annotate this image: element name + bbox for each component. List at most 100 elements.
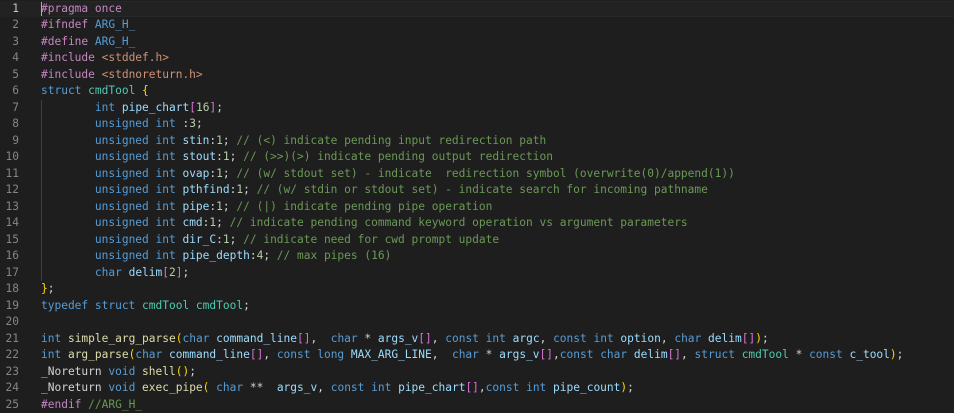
code-token: ) [890, 348, 897, 361]
code-line[interactable]: 15 unsigned int dir_C:1; // indicate nee… [0, 232, 954, 249]
code-token: // (<) indicate pending input redirectio… [236, 134, 546, 147]
code-token: ; [216, 101, 223, 114]
code-line[interactable]: 21int simple_arg_parse(char command_line… [0, 331, 954, 348]
code-token: 1 [216, 134, 223, 147]
code-token: const int [553, 332, 620, 345]
text-cursor [41, 2, 42, 16]
code-text: unsigned int stin:1; // (<) indicate pen… [41, 133, 546, 150]
line-number: 18 [0, 281, 19, 298]
code-token: 1 [223, 150, 230, 163]
line-number: 9 [0, 133, 19, 150]
code-text: unsigned int pipe_depth:4; // max pipes … [41, 248, 391, 265]
line-number: 6 [0, 83, 19, 100]
code-token: char [216, 381, 250, 394]
code-text: #include <stddef.h> [41, 50, 169, 67]
code-line[interactable]: 5#include <stdnoreturn.h> [0, 67, 954, 84]
code-token: unsigned int [95, 150, 183, 163]
code-token: unsigned int [95, 233, 183, 246]
code-token: //ARG_H_ [88, 398, 142, 411]
code-text: char delim[2]; [41, 265, 189, 282]
code-line[interactable]: 1#pragma once [0, 1, 954, 18]
code-token: char [135, 348, 169, 361]
code-token: ; [196, 117, 203, 130]
code-token: , [681, 348, 694, 361]
line-number: 12 [0, 182, 19, 199]
code-token: , [432, 332, 445, 345]
code-token: ; [230, 150, 243, 163]
code-token: : [216, 233, 223, 246]
code-line[interactable]: 11 unsigned int ovap:1; // (w/ stdout se… [0, 166, 954, 183]
code-token: struct [41, 84, 88, 97]
code-token: , [317, 381, 330, 394]
code-line[interactable]: 20 [0, 314, 954, 331]
code-token [41, 266, 95, 279]
code-line[interactable]: 25#endif //ARG_H_ [0, 397, 954, 413]
code-line[interactable]: 22int arg_parse(char command_line[], con… [0, 347, 954, 364]
code-token: * [364, 332, 377, 345]
line-number: 2 [0, 17, 19, 34]
code-line[interactable]: 10 unsigned int stout:1; // (>>)(>) indi… [0, 149, 954, 166]
code-line[interactable]: 6 struct cmdTool { [0, 83, 954, 100]
code-line[interactable]: 23_Noreturn void shell(); [0, 364, 954, 381]
code-token: ; [897, 348, 904, 361]
code-line[interactable]: 2#ifndef ARG_H_ [0, 17, 954, 34]
code-token: cmdTool cmdTool [142, 299, 243, 312]
code-line[interactable]: 9 unsigned int stin:1; // (<) indicate p… [0, 133, 954, 150]
code-token: } [41, 282, 48, 295]
code-token: 16 [196, 101, 209, 114]
code-line[interactable]: 4#include <stddef.h> [0, 50, 954, 67]
code-text: struct cmdTool { [41, 83, 149, 100]
code-token: ; [223, 167, 236, 180]
code-token: delim [708, 332, 742, 345]
code-token: const int [486, 381, 553, 394]
code-line[interactable]: 8 unsigned int :3; [0, 116, 954, 133]
code-token: unsigned int [95, 200, 183, 213]
code-token: // (w/ stdout set) - indicate redirectio… [236, 167, 734, 180]
code-line[interactable]: 18}; [0, 281, 954, 298]
code-line[interactable]: 12 unsigned int pthfind:1; // (w/ stdin … [0, 182, 954, 199]
code-token: : [216, 150, 223, 163]
code-token: ) [755, 332, 762, 345]
code-token: args_v [499, 348, 539, 361]
code-text: int arg_parse(char command_line[], const… [41, 347, 903, 364]
code-token: () [176, 365, 189, 378]
code-token: cmd [182, 216, 202, 229]
code-token: 1 [216, 167, 223, 180]
code-token: exec_pipe [142, 381, 203, 394]
code-line[interactable]: 14 unsigned int cmd:1; // indicate pendi… [0, 215, 954, 232]
code-token: const [809, 348, 849, 361]
code-token: ARG_H_ [95, 35, 135, 48]
line-number: 3 [0, 34, 19, 51]
code-token: unsigned int [95, 134, 183, 147]
code-line[interactable]: 19typedef struct cmdTool cmdTool; [0, 298, 954, 315]
code-token: <stddef.h> [102, 51, 169, 64]
code-token: ; [762, 332, 769, 345]
code-token: stout [182, 150, 216, 163]
code-token: ARG_H_ [95, 18, 135, 31]
code-editor[interactable]: 1#pragma once2#ifndef ARG_H_3#define ARG… [0, 0, 954, 412]
code-token: [] [418, 332, 431, 345]
code-token: char [95, 266, 129, 279]
line-number: 17 [0, 265, 19, 282]
code-line[interactable]: 3#define ARG_H_ [0, 34, 954, 51]
code-token: command_line [216, 332, 297, 345]
code-line[interactable]: 24_Noreturn void exec_pipe( char ** args… [0, 380, 954, 397]
code-token: const long [277, 348, 351, 361]
code-token: [] [297, 332, 310, 345]
code-line[interactable]: 13 unsigned int pipe:1; // (|) indicate … [0, 199, 954, 216]
code-token: , [661, 332, 674, 345]
code-line[interactable]: 7 int pipe_chart[16]; [0, 100, 954, 117]
line-number: 1 [0, 1, 19, 18]
code-token: , [432, 348, 452, 361]
code-text: }; [41, 281, 55, 298]
code-token: , [540, 332, 553, 345]
code-token: unsigned int [95, 117, 183, 130]
code-token: ; [230, 233, 243, 246]
code-line[interactable]: 16 unsigned int pipe_depth:4; // max pip… [0, 248, 954, 265]
code-token: struct [695, 348, 742, 361]
code-token: stin [182, 134, 209, 147]
code-token: unsigned int [95, 167, 183, 180]
code-token: args_v [378, 332, 418, 345]
code-token: delim [129, 266, 163, 279]
code-line[interactable]: 17 char delim[2]; [0, 265, 954, 282]
